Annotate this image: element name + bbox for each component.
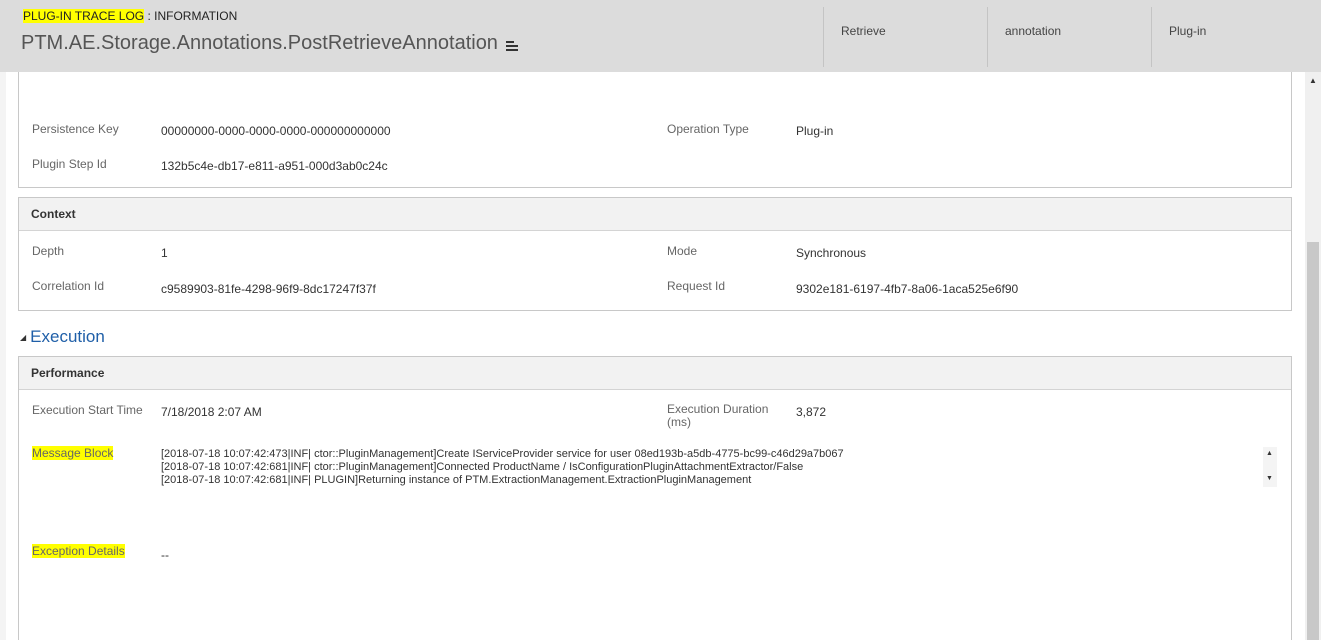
execution-section-toggle[interactable]: ◢ Execution [20, 327, 105, 347]
message-block-scrollbar[interactable]: ▲ ▼ [1263, 447, 1277, 487]
header-field-entity: annotation [987, 7, 1151, 67]
persistence-key-value: 00000000-0000-0000-0000-000000000000 [161, 124, 391, 138]
context-section: Context Depth 1 Mode Synchronous Correla… [18, 197, 1292, 311]
scroll-up-icon[interactable]: ▲ [1266, 450, 1273, 457]
header-field-message: Retrieve [823, 7, 987, 67]
record-header: PLUG-IN TRACE LOG : INFORMATION PTM.AE.S… [0, 0, 1321, 72]
duration-label: Execution Duration (ms) [667, 402, 769, 429]
collapse-triangle-icon: ◢ [20, 332, 27, 342]
record-type-highlight: PLUG-IN TRACE LOG [23, 9, 145, 23]
request-id-label: Request Id [667, 279, 726, 293]
depth-label: Depth [32, 244, 65, 258]
scroll-down-icon[interactable]: ▼ [1266, 475, 1273, 482]
mode-label: Mode [667, 244, 698, 258]
persistence-key-label: Persistence Key [32, 122, 119, 136]
mode-value: Synchronous [796, 246, 867, 260]
page-scroll-up-icon[interactable]: ▲ [1309, 76, 1317, 85]
operation-type-label: Operation Type [667, 122, 749, 136]
duration-value: 3,872 [796, 405, 827, 419]
message-block-label-text: Message Block [32, 446, 114, 460]
plugin-step-label: Plugin Step Id [32, 157, 107, 171]
general-section: Persistence Key 00000000-0000-0000-0000-… [18, 72, 1292, 188]
exception-details-value: -- [161, 548, 169, 562]
header-field-operation: Plug-in [1151, 7, 1315, 67]
request-id-value: 9302e181-6197-4fb7-8a06-1aca525e6f90 [796, 282, 1019, 296]
operation-type-value: Plug-in [796, 124, 834, 138]
form-selector-menu-icon[interactable] [505, 40, 520, 52]
exception-details-label-text: Exception Details [32, 544, 125, 558]
record-title-text: PTM.AE.Storage.Annotations.PostRetrieveA… [21, 32, 498, 54]
form-content: Persistence Key 00000000-0000-0000-0000-… [6, 72, 1305, 640]
performance-section: Performance Execution Start Time 7/18/20… [18, 356, 1292, 640]
record-type: PLUG-IN TRACE LOG : INFORMATION [23, 9, 237, 23]
exception-details-label: Exception Details [32, 544, 125, 558]
header-fields: Retrieve annotation Plug-in [823, 7, 1315, 67]
correlation-id-value: c9589903-81fe-4298-96f9-8dc17247f37f [161, 282, 376, 296]
message-block-label: Message Block [32, 446, 114, 460]
plugin-step-value: 132b5c4e-db17-e811-a951-000d3ab0c24c [161, 159, 388, 173]
message-block-textarea[interactable]: [2018-07-18 10:07:42:473|INF| ctor::Plug… [161, 448, 1279, 488]
execution-heading: Execution [30, 327, 105, 346]
depth-value: 1 [161, 246, 168, 260]
correlation-id-label: Correlation Id [32, 279, 105, 293]
page-scroll-thumb[interactable] [1307, 242, 1319, 640]
performance-section-title: Performance [19, 357, 1291, 390]
record-title: PTM.AE.Storage.Annotations.PostRetrieveA… [21, 32, 520, 55]
context-section-title: Context [19, 198, 1291, 231]
page-scrollbar[interactable]: ▲ [1305, 72, 1321, 640]
start-time-label: Execution Start Time [32, 403, 143, 417]
record-type-rest: : INFORMATION [144, 9, 238, 23]
start-time-value: 7/18/2018 2:07 AM [161, 405, 262, 419]
